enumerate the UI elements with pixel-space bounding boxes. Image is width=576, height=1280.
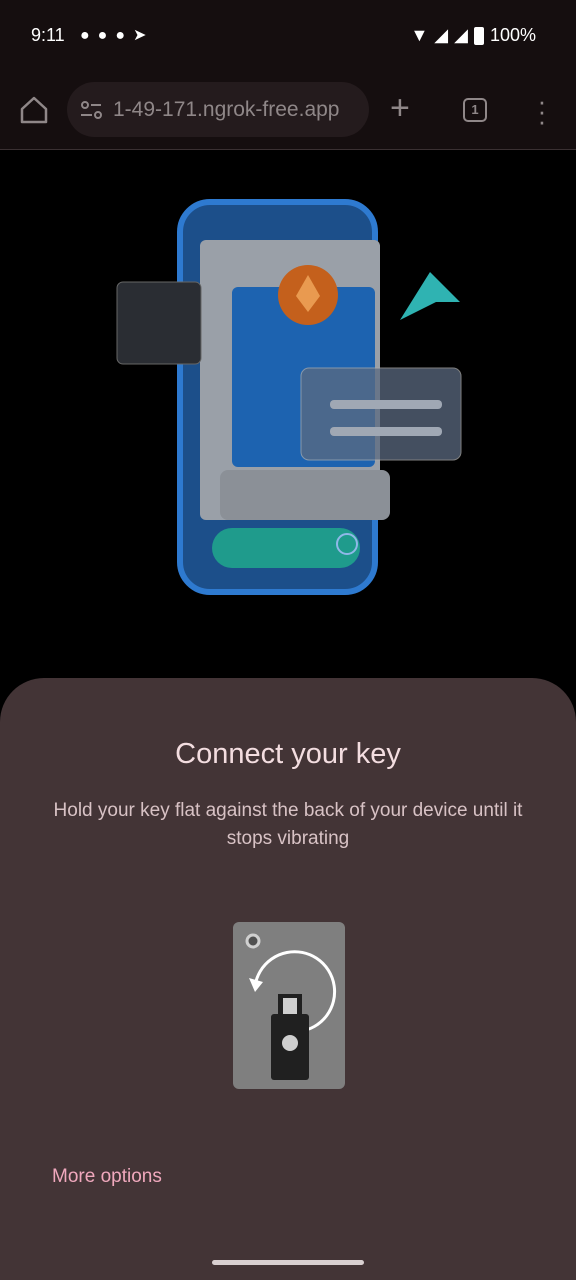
sheet-title: Connect your key xyxy=(175,738,401,770)
telegram-icon: ➤ xyxy=(133,27,155,44)
system-icons: ▼ ◢ ◢ 100% xyxy=(410,25,536,46)
discord-icon: ● xyxy=(80,27,98,44)
url-text: 1-49-171.ngrok-free.app xyxy=(113,97,340,121)
more-menu-icon[interactable]: · · · xyxy=(534,88,550,134)
discord-icon: ● xyxy=(97,27,116,44)
home-icon[interactable] xyxy=(18,94,50,126)
site-settings-icon[interactable] xyxy=(79,100,105,120)
wifi-icon: ▼ xyxy=(410,25,429,45)
security-key-icon xyxy=(233,922,345,1089)
sheet-description: Hold your key flat against the back of y… xyxy=(53,800,523,849)
tab-switcher-button[interactable]: 1 xyxy=(463,98,487,122)
phone-payment-illustration xyxy=(116,199,462,595)
signal-icon: ◢ xyxy=(434,25,449,45)
status-time: 9:11 xyxy=(31,25,65,45)
battery-level: 100% xyxy=(489,25,536,45)
status-bar: 9:11 ●●●➤ ▼ ◢ ◢ 100% xyxy=(0,0,576,70)
browser-toolbar: 1-49-171.ngrok-free.app + 1 · · · xyxy=(0,70,576,150)
new-tab-button[interactable]: + xyxy=(390,88,410,128)
notification-icons: ●●●➤ xyxy=(80,25,154,45)
battery-icon xyxy=(473,26,484,45)
gesture-nav-handle[interactable] xyxy=(212,1260,364,1265)
discord-icon: ● xyxy=(115,27,134,44)
signal-icon: ◢ xyxy=(454,25,468,45)
address-bar[interactable]: 1-49-171.ngrok-free.app xyxy=(67,82,369,137)
more-options-button[interactable]: More options xyxy=(52,1166,162,1188)
